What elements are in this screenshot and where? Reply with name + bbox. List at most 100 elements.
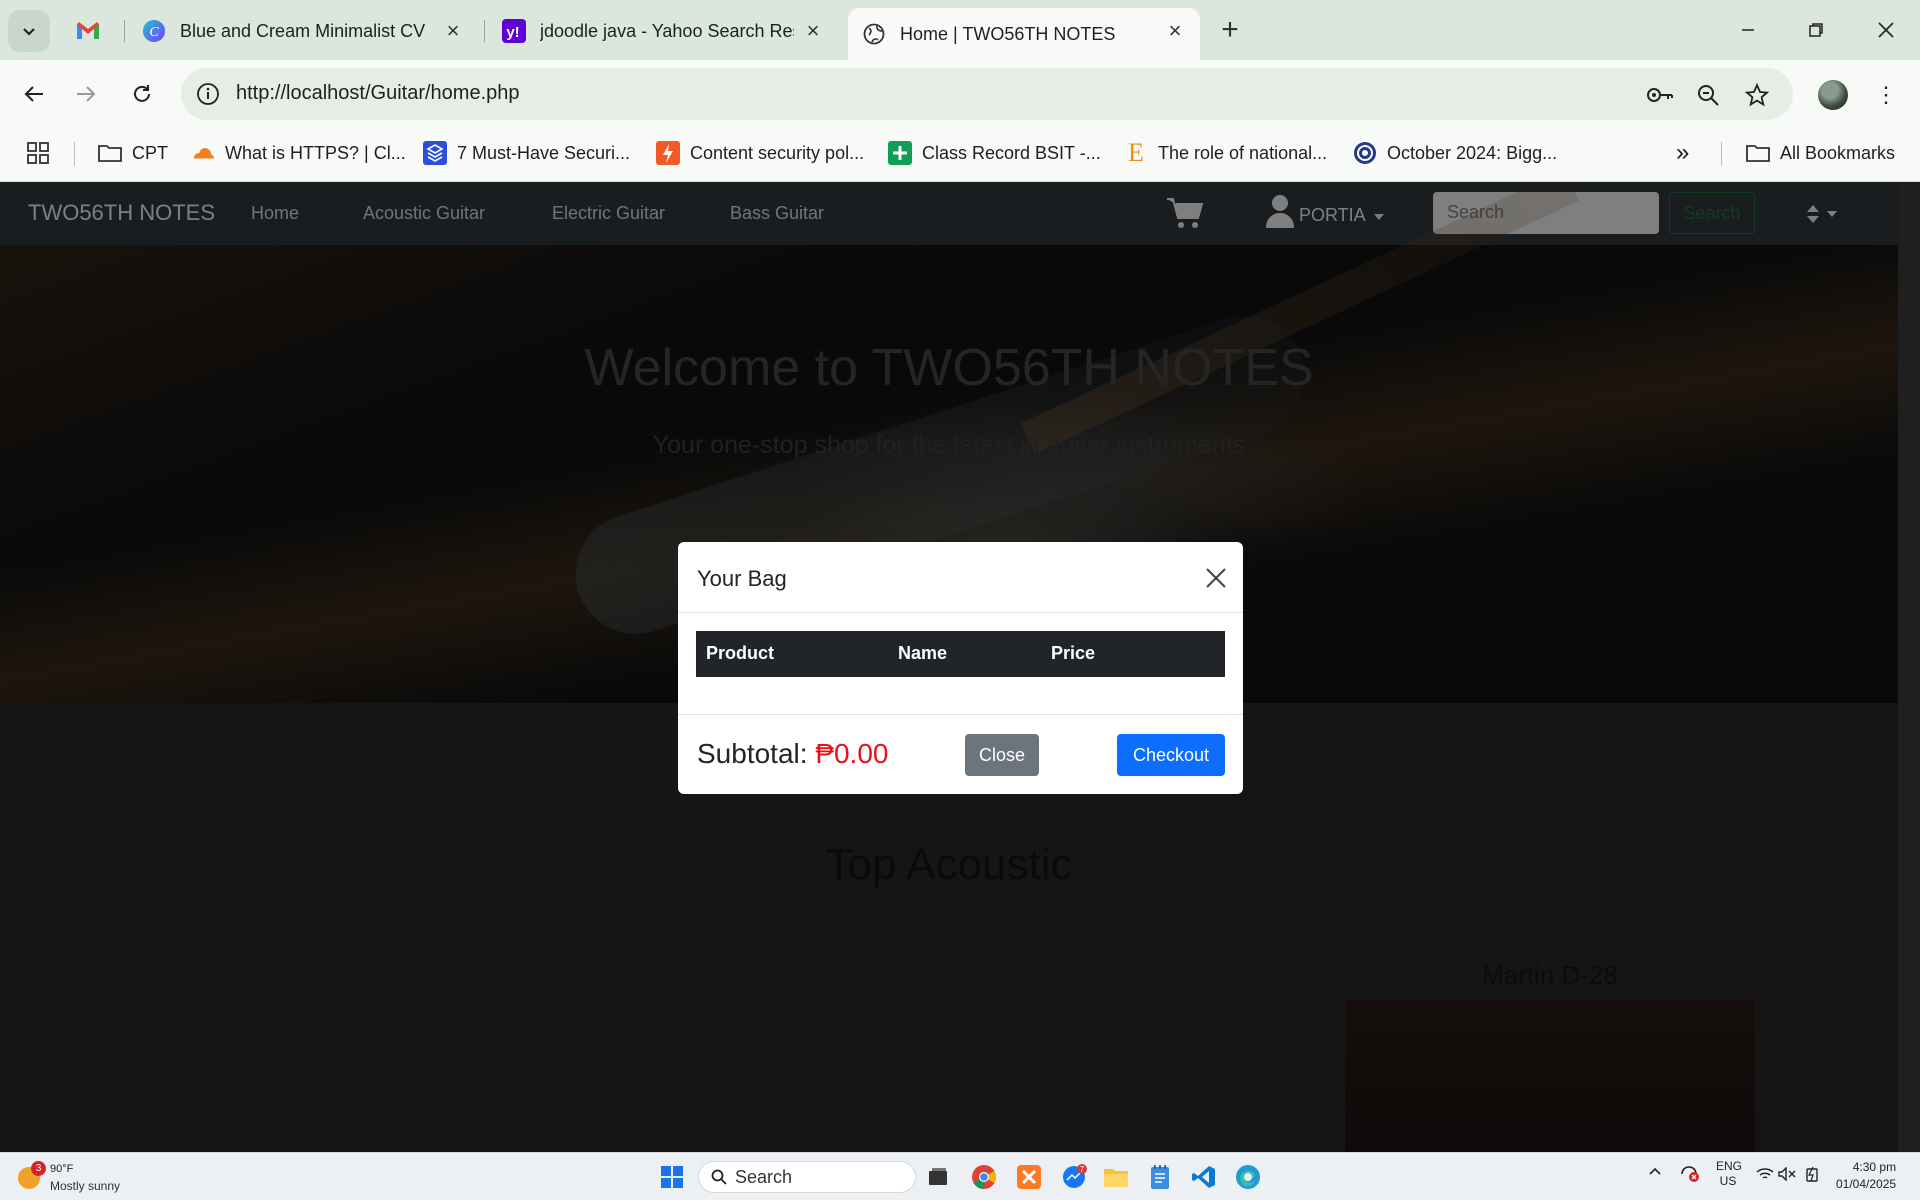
chrome-icon[interactable] [970,1163,998,1191]
chevron-down-icon [23,28,35,36]
arrow-right-icon [77,86,96,102]
chevron-up-icon[interactable] [1648,1165,1662,1182]
arrow-left-icon [24,86,43,102]
globe-icon [862,22,886,46]
file-explorer-icon[interactable] [1102,1163,1130,1191]
restore-icon [1809,23,1823,37]
security-tray-icon[interactable] [1680,1165,1700,1186]
minimize-button[interactable] [1728,14,1768,46]
messenger-icon[interactable]: 7 [1060,1163,1088,1191]
tab-active-home[interactable]: Home | TWO56TH NOTES × [848,8,1200,60]
tab-title: Home | TWO56TH NOTES [900,23,1116,44]
letter-e-icon: E [1128,138,1144,167]
volume-muted-icon[interactable] [1778,1166,1796,1184]
column-header: Name [898,643,948,663]
layers-icon [423,141,447,165]
url-text: http://localhost/Guitar/home.php [236,82,520,104]
tab-canva[interactable]: C Blue and Cream Minimalist CV R × [128,8,478,54]
close-window-button[interactable] [1866,14,1906,46]
more-menu-icon[interactable]: ⋮ [1872,80,1900,110]
clock-date: 01/04/2025 [1836,1177,1897,1191]
windows-start-icon[interactable] [658,1163,686,1191]
site-info-icon[interactable] [195,81,221,107]
xampp-icon[interactable] [1015,1163,1043,1191]
page-scrollbar[interactable] [1898,182,1920,1152]
sheets-icon [888,141,912,165]
back-button[interactable] [16,76,52,112]
bookmark-label: Class Record BSIT -... [922,142,1101,163]
battery-icon[interactable] [1804,1166,1820,1185]
bookmark-item[interactable]: Class Record BSIT -... [888,138,1101,168]
tab-title: Blue and Cream Minimalist CV R [180,20,430,41]
restore-button[interactable] [1796,14,1836,46]
svg-text:7: 7 [1080,1165,1085,1174]
reload-icon [134,85,150,102]
subtotal-label: Subtotal: [697,738,808,769]
clock-time: 4:30 pm [1852,1160,1897,1174]
all-bookmarks[interactable]: All Bookmarks [1746,138,1895,168]
bookmark-item[interactable]: 7 Must-Have Securi... [423,138,630,168]
column-header: Price [1051,643,1096,663]
folder-icon [1746,141,1770,165]
column-header: Product [706,643,775,663]
task-view-icon[interactable] [924,1163,952,1191]
gmail-icon [76,19,100,43]
bookmark-app-icon [656,141,680,165]
tab-yahoo[interactable]: y! jdoodle java - Yahoo Search Res × [488,8,838,54]
reload-button[interactable] [124,76,160,112]
bookmark-item[interactable]: E The role of national... [1124,138,1327,168]
cloudflare-icon [191,141,215,165]
close-icon[interactable]: × [1164,18,1186,43]
edge-icon[interactable] [1234,1163,1262,1191]
new-tab-button[interactable]: + [1214,13,1246,46]
address-bar[interactable]: http://localhost/Guitar/home.php [181,68,1793,120]
subtotal-amount: ₱0.00 [815,738,889,769]
tab-title: jdoodle java - Yahoo Search Res [540,20,794,41]
modal-title: Your Bag [697,566,787,591]
bag-table-header: Product Name Price [696,631,1225,677]
apps-grid-icon[interactable] [26,138,50,168]
close-icon[interactable] [1202,564,1230,592]
bookmark-item[interactable]: Content security pol... [656,138,864,168]
vscode-icon[interactable] [1190,1163,1218,1191]
bookmark-label: Content security pol... [690,142,865,163]
bookmark-label: The role of national... [1158,142,1328,163]
circle-logo-icon [1353,141,1377,165]
bookmark-label: CPT [132,142,168,163]
more-bookmarks-chevron-icon[interactable]: » [1676,138,1689,168]
zoom-icon[interactable] [1693,80,1723,110]
language-indicator[interactable]: ENG US [1716,1159,1743,1189]
bookmark-label: What is HTTPS? | Cl... [225,142,406,163]
all-bookmarks-label: All Bookmarks [1780,142,1896,163]
system-clock[interactable]: 4:30 pm 01/04/2025 [1836,1159,1896,1193]
bookmark-label: 7 Must-Have Securi... [457,142,631,163]
close-icon [1878,22,1894,38]
close-icon[interactable]: × [802,18,824,43]
weather-widget[interactable]: 3 90°F Mostly sunny [18,1161,128,1195]
bookmark-item[interactable]: CPT [98,138,168,168]
close-icon[interactable]: × [442,18,464,43]
search-icon [711,1169,727,1185]
browser-toolbar: http://localhost/Guitar/home.php [0,60,1920,126]
notepad-icon[interactable] [1146,1163,1174,1191]
lang-region: US [1719,1174,1737,1188]
tab-search-button[interactable] [8,10,50,52]
taskbar-search[interactable]: Search [698,1161,916,1193]
profile-avatar[interactable] [1818,80,1848,110]
wifi-icon[interactable] [1756,1167,1774,1184]
bookmark-star-icon[interactable] [1742,80,1772,110]
minimize-icon [1742,29,1754,31]
tab-gmail[interactable] [62,8,122,54]
password-key-icon[interactable] [1645,80,1675,110]
bookmark-item[interactable]: What is HTTPS? | Cl... [191,138,406,168]
lang-code: ENG [1716,1159,1743,1173]
bookmark-item[interactable]: October 2024: Bigg... [1353,138,1557,168]
checkout-button[interactable]: Checkout [1117,734,1225,776]
windows-taskbar: 3 90°F Mostly sunny Search 7 ENG US 4:30… [0,1152,1920,1200]
notification-badge: 3 [31,1161,46,1176]
forward-button[interactable] [68,76,104,112]
close-button[interactable]: Close [965,734,1039,776]
bookmark-label: October 2024: Bigg... [1387,142,1558,163]
bag-modal: Your Bag Product Name Price Subtotal: ₱0… [678,542,1243,794]
folder-icon [98,141,122,165]
